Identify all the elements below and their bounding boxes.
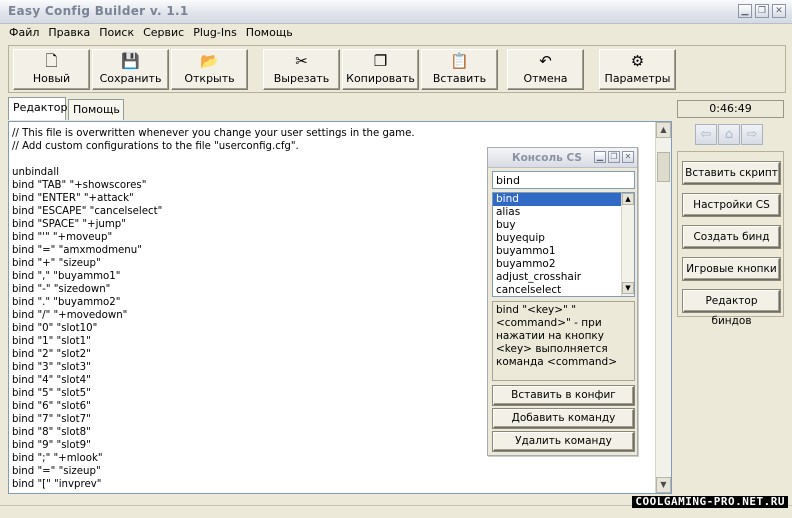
floppy-disk-icon: 💾 [121,52,140,70]
console-title: Консоль CS [512,152,582,164]
undo-button[interactable]: ↶ Отмена [507,49,584,90]
menu-service[interactable]: Сервис [140,24,190,42]
insert-into-config-button[interactable]: Вставить в конфиг [493,386,634,405]
delete-command-button[interactable]: Удалить команду [493,432,634,451]
paste-icon: 📋 [450,52,469,70]
menu-help[interactable]: Помощь [243,24,299,42]
cs-settings-button[interactable]: Настройки CS [683,194,780,216]
list-item[interactable]: cancelselect [493,284,621,296]
open-button[interactable]: 📂 Открыть [171,49,248,90]
add-command-button[interactable]: Добавить команду [493,409,634,428]
list-item[interactable]: alias [493,206,621,219]
scroll-thumb[interactable] [657,152,670,182]
scroll-down-icon[interactable]: ▼ [656,477,671,493]
cut-button[interactable]: ✂ Вырезать [263,49,340,90]
close-icon[interactable]: ✕ [772,4,786,18]
close-icon[interactable]: ✕ [622,151,634,163]
new-button[interactable]: 🗋 Новый [13,49,90,90]
scroll-down-icon[interactable]: ▼ [622,282,634,294]
editor-line: bind "=" "sizeup" [12,466,101,477]
new-file-icon: 🗋 [45,52,58,70]
copy-icon: ❐ [373,52,388,70]
menu-edit[interactable]: Правка [45,24,96,42]
open-folder-icon: 📂 [200,52,219,70]
console-command-list[interactable]: bind alias buy buyequip buyammo1 buyammo2 adju… [492,192,635,297]
console-window: Консоль CS ▁ ❐ ✕ bind bind alias buy buyequ… [487,147,638,456]
list-item[interactable]: buyammo1 [493,245,621,258]
list-item[interactable]: buyammo2 [493,258,621,271]
console-title-bar[interactable]: Консоль CS ▁ ❐ ✕ [488,148,637,168]
editor-line: bind "[" "invprev" [12,479,102,490]
save-button[interactable]: 💾 Сохранить [92,49,169,90]
menu-search[interactable]: Поиск [96,24,140,42]
console-search-input[interactable]: bind [492,171,635,189]
copy-button[interactable]: ❐ Копировать [342,49,419,90]
clock: 0:46:49 [677,100,784,118]
list-item[interactable]: bind [493,193,621,206]
settings-button[interactable]: ⚙ Параметры [599,49,676,90]
list-item[interactable]: buyequip [493,232,621,245]
scroll-up-icon[interactable]: ▲ [622,193,634,205]
minimize-icon[interactable]: ▁ [738,4,752,18]
minimize-icon[interactable]: ▁ [594,151,606,163]
game-keys-button[interactable]: Игровые кнопки [683,258,780,280]
window-controls: ▁ ❐ ✕ [738,4,786,18]
restore-icon[interactable]: ❐ [755,4,769,18]
list-item[interactable]: buy [493,219,621,232]
forward-arrow-icon[interactable]: ⇨ [741,124,763,145]
undo-icon: ↶ [539,52,552,70]
side-panel: Вставить скрипт Настройки CS Создать бин… [677,151,784,327]
editor-line: // This file is overwritten whenever you… [12,128,415,139]
nav-buttons: ⇦ ⌂ ⇨ [695,124,763,145]
tab-editor[interactable]: Редактор [8,97,68,120]
settings-icon: ⚙ [630,52,645,70]
console-controls: ▁ ❐ ✕ [594,151,634,163]
insert-script-button[interactable]: Вставить скрипт [683,162,780,184]
back-arrow-icon[interactable]: ⇦ [695,124,717,145]
home-icon[interactable]: ⌂ [718,124,740,145]
scroll-up-icon[interactable]: ▲ [656,122,671,138]
paste-button[interactable]: 📋 Вставить [421,49,498,90]
list-item[interactable]: adjust_crosshair [493,271,621,284]
list-scrollbar[interactable]: ▲ ▼ [621,193,634,296]
editor-scrollbar[interactable]: ▲ ▼ [655,122,671,493]
bind-editor-button[interactable]: Редактор биндов [683,290,780,327]
title-bar: Easy Config Builder v. 1.1 ▁ ❐ ✕ [0,0,792,24]
restore-icon[interactable]: ❐ [608,151,620,163]
menu-bar: Файл Правка Поиск Сервис Plug-Ins Помощь [0,24,792,42]
command-rows: bind alias buy buyequip buyammo1 buyammo2 adju… [493,193,634,296]
menu-file[interactable]: Файл [6,24,45,42]
watermark: COOLGAMING-PRO.NET.RU [632,496,788,508]
toolbar: 🗋 Новый 💾 Сохранить 📂 Открыть ✂ Вырезать… [8,45,786,93]
command-description: bind "<key>" "<command>" - при нажатии н… [492,301,635,381]
scissors-icon: ✂ [295,52,308,70]
menu-plugins[interactable]: Plug-Ins [190,24,243,42]
tab-help[interactable]: Помощь [68,99,124,120]
window-title: Easy Config Builder v. 1.1 [8,4,189,18]
create-bind-button[interactable]: Создать бинд [683,226,780,248]
